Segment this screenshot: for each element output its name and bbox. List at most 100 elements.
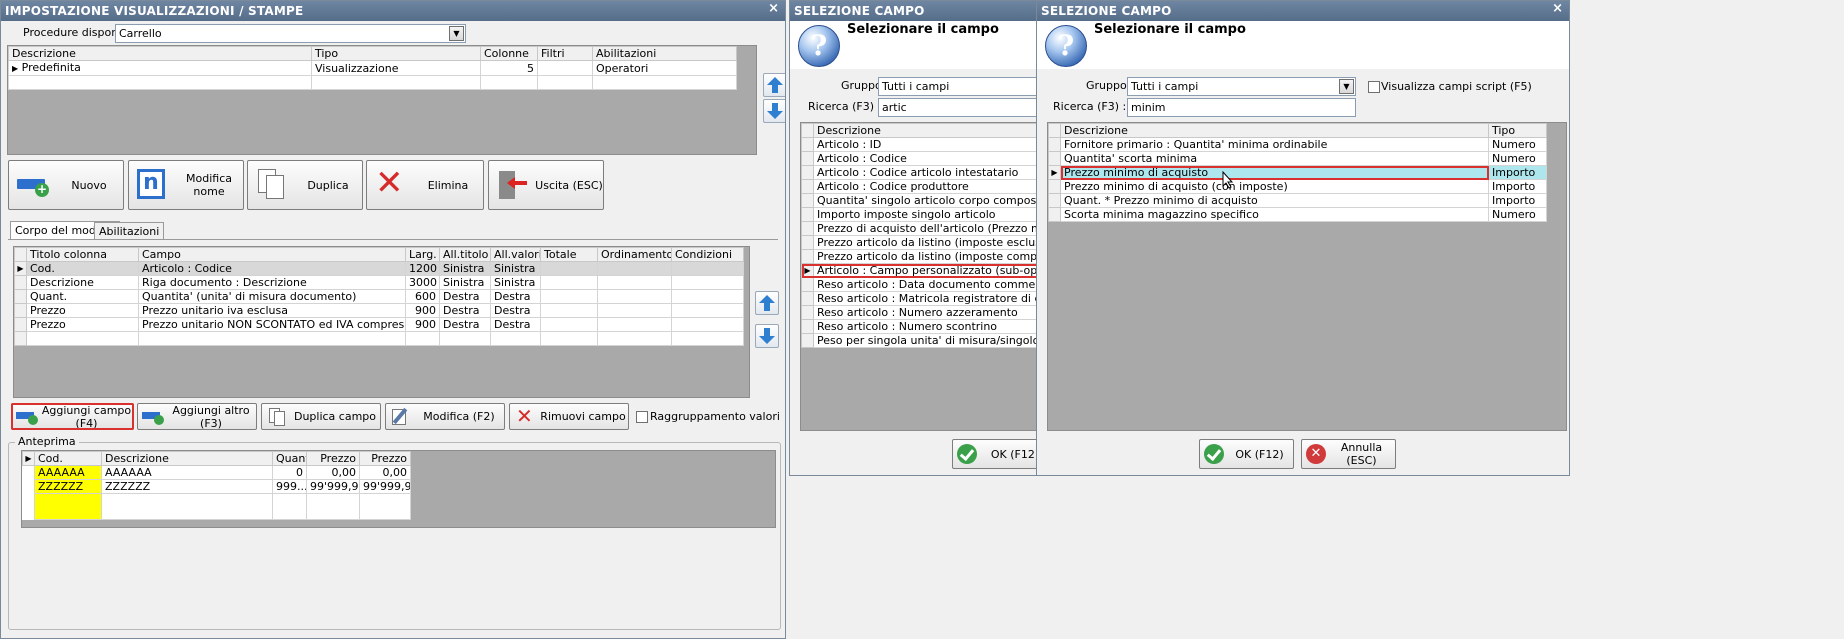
table-row[interactable]: Descrizione Riga documento : Descrizione 3…	[14, 275, 744, 290]
list-item[interactable]: Prezzo di acquisto dell'articolo (Prezzo…	[801, 221, 1038, 236]
aggiungi-altro-button[interactable]: Aggiungi altro (F3)	[137, 403, 257, 430]
aggiungi-campo-button[interactable]: Aggiungi campo (F4)	[11, 403, 134, 430]
list-item[interactable]: Reso articolo : Data documento commercia…	[801, 277, 1038, 292]
close-icon[interactable]: ×	[768, 1, 779, 16]
col-header[interactable]: Totale	[540, 247, 598, 262]
list-item[interactable]: Articolo : ID	[801, 137, 1038, 152]
col-header[interactable]: Prezzo	[359, 451, 411, 466]
visualizza-script-checkbox[interactable]	[1368, 81, 1380, 93]
modifica-nome-button[interactable]: n Modifica nome	[128, 160, 244, 210]
col-header[interactable]: Abilitazioni	[592, 46, 737, 61]
list-item[interactable]: Prezzo articolo da listino (imposte escl…	[801, 235, 1038, 250]
col-header[interactable]: Campo	[138, 247, 406, 262]
list-item[interactable]: Peso per singola unita' di misura/singol…	[801, 333, 1038, 348]
table-cell: Scorta minima magazzino specifico	[1060, 207, 1489, 222]
list-item[interactable]: Prezzo articolo da listino (imposte comp…	[801, 249, 1038, 264]
procedure-select[interactable]: Carrello ▼	[115, 24, 466, 43]
modifica-button[interactable]: Modifica (F2)	[385, 403, 505, 430]
table-row-empty[interactable]	[8, 75, 737, 90]
table-row[interactable]: AAAAAA AAAAAA 0 0,00 0,00	[22, 465, 411, 480]
col-header[interactable]: Quant.	[272, 451, 307, 466]
rimuovi-campo-button[interactable]: ✕ Rimuovi campo	[509, 403, 629, 430]
duplica-button[interactable]: Duplica	[247, 160, 363, 210]
table-row-empty[interactable]	[14, 331, 744, 346]
col-header[interactable]: Descrizione	[101, 451, 273, 466]
campo-grid[interactable]: Descrizione Tipo Fornitore primario : Qu…	[1047, 122, 1567, 431]
gruppo-value: Tutti i campi	[882, 80, 950, 93]
nuovo-button[interactable]: + Nuovo	[8, 160, 124, 210]
list-item[interactable]: ▶ Articolo : Campo personalizzato (sub-op…	[801, 263, 1038, 278]
list-item[interactable]: Articolo : Codice articolo intestatario	[801, 165, 1038, 180]
table-row[interactable]: Quant. Quantita' (unita' di misura docume…	[14, 289, 744, 304]
list-item[interactable]: Quant. * Prezzo minimo di acquisto Import…	[1048, 193, 1547, 208]
list-item[interactable]: Fornitore primario : Quantita' minima or…	[1048, 137, 1547, 152]
dialog-heading: Selezionare il campo	[847, 22, 999, 37]
col-header[interactable]: Descrizione	[813, 123, 1038, 138]
col-header[interactable]: Tipo	[1488, 123, 1547, 138]
move-field-down-button[interactable]	[755, 324, 779, 348]
table-row[interactable]: Prezzo Prezzo unitario iva esclusa 900 Dest…	[14, 303, 744, 318]
ricerca-input[interactable]: artic	[878, 98, 1038, 117]
elimina-button[interactable]: ✕ Elimina	[366, 160, 484, 210]
annulla-button[interactable]: ✕ Annulla (ESC)	[1301, 439, 1396, 469]
campo-grid[interactable]: Descrizione Articolo : ID Articolo : Codi…	[800, 122, 1038, 431]
anteprima-grid[interactable]: ▶ Cod. Descrizione Quant. Prezzo Prezzo …	[21, 450, 776, 528]
move-up-button[interactable]	[763, 73, 785, 97]
procedure-grid[interactable]: Descrizione Tipo Colonne Filtri Abilitaz…	[7, 45, 757, 155]
table-cell: Destra	[490, 289, 541, 304]
ricerca-input[interactable]: minim	[1127, 98, 1356, 117]
list-item[interactable]: Reso articolo : Matricola registratore d…	[801, 291, 1038, 306]
selezione-campo-window-2: SELEZIONE CAMPO × ? Selezionare il campo…	[1036, 0, 1570, 476]
close-icon[interactable]: ×	[1552, 1, 1563, 16]
col-header[interactable]: All.valori	[490, 247, 541, 262]
ok-button[interactable]: OK (F12)	[952, 439, 1038, 469]
col-header[interactable]: Condizioni	[671, 247, 744, 262]
gruppo-select[interactable]: Tutti i campi ▼	[1127, 77, 1356, 96]
col-header[interactable]: Larg.	[405, 247, 440, 262]
list-item[interactable]: Prezzo minimo di acquisto (con imposte) I…	[1048, 179, 1547, 194]
list-item[interactable]: Importo imposte singolo articolo	[801, 207, 1038, 222]
move-field-up-button[interactable]	[755, 291, 779, 315]
list-item[interactable]: Quantita' singolo articolo corpo composi…	[801, 193, 1038, 208]
arrow-up-icon	[767, 77, 783, 93]
ricerca-value: artic	[882, 101, 907, 114]
table-row[interactable]: Prezzo Prezzo unitario NON SCONTATO ed IV…	[14, 317, 744, 332]
list-item[interactable]: Reso articolo : Numero scontrino	[801, 319, 1038, 334]
list-item[interactable]: Reso articolo : Numero azzeramento	[801, 305, 1038, 320]
chevron-down-icon[interactable]: ▼	[449, 26, 464, 41]
list-item[interactable]: Articolo : Codice produttore	[801, 179, 1038, 194]
gruppo-value: Tutti i campi	[1131, 80, 1199, 93]
gruppo-select[interactable]: Tutti i campi	[878, 77, 1038, 96]
move-down-button[interactable]	[763, 99, 785, 123]
col-header[interactable]: Colonne	[480, 46, 538, 61]
chevron-down-icon[interactable]: ▼	[1339, 79, 1354, 94]
ricerca-label: Ricerca (F3) :	[808, 100, 882, 113]
model-body-grid[interactable]: Titolo colonna Campo Larg. All.titolo Al…	[13, 246, 750, 398]
col-header[interactable]: Titolo colonna	[26, 247, 139, 262]
col-header[interactable]: Prezzo	[306, 451, 360, 466]
uscita-button[interactable]: Uscita (ESC)	[488, 160, 604, 210]
raggruppamento-checkbox[interactable]	[636, 411, 648, 423]
list-item[interactable]: Quantita' scorta minima Numero	[1048, 151, 1547, 166]
col-header[interactable]: Tipo	[311, 46, 481, 61]
copy-icon	[254, 167, 294, 203]
rename-icon: n	[135, 167, 175, 203]
table-cell: Prezzo	[26, 317, 139, 332]
col-header[interactable]: All.titolo	[439, 247, 491, 262]
col-header[interactable]: Descrizione	[8, 46, 312, 61]
col-header[interactable]: Ordinamento	[597, 247, 672, 262]
col-header[interactable]: Descrizione	[1060, 123, 1489, 138]
duplica-campo-button[interactable]: Duplica campo	[261, 403, 381, 430]
table-row[interactable]: ▶ Predefinita Visualizzazione 5 Operator…	[8, 60, 737, 76]
table-row[interactable]: ZZZZZZ ZZZZZZ 999... 99'999,99 99'999,99	[22, 479, 411, 494]
ok-button[interactable]: OK (F12)	[1199, 439, 1294, 469]
list-item[interactable]: ▶ Prezzo minimo di acquisto Importo	[1048, 165, 1547, 180]
tab-panel	[8, 239, 778, 240]
table-row[interactable]: ▶ Cod. Articolo : Codice 1200 Sinistra Sinist…	[14, 261, 744, 276]
col-header[interactable]: Cod.	[34, 451, 102, 466]
list-item[interactable]: Articolo : Codice	[801, 151, 1038, 166]
table-cell: Riga documento : Descrizione	[138, 275, 406, 290]
list-item[interactable]: Scorta minima magazzino specifico Numero	[1048, 207, 1547, 222]
tab-abilitazioni[interactable]: Abilitazioni	[94, 222, 165, 240]
col-header[interactable]: Filtri	[537, 46, 593, 61]
